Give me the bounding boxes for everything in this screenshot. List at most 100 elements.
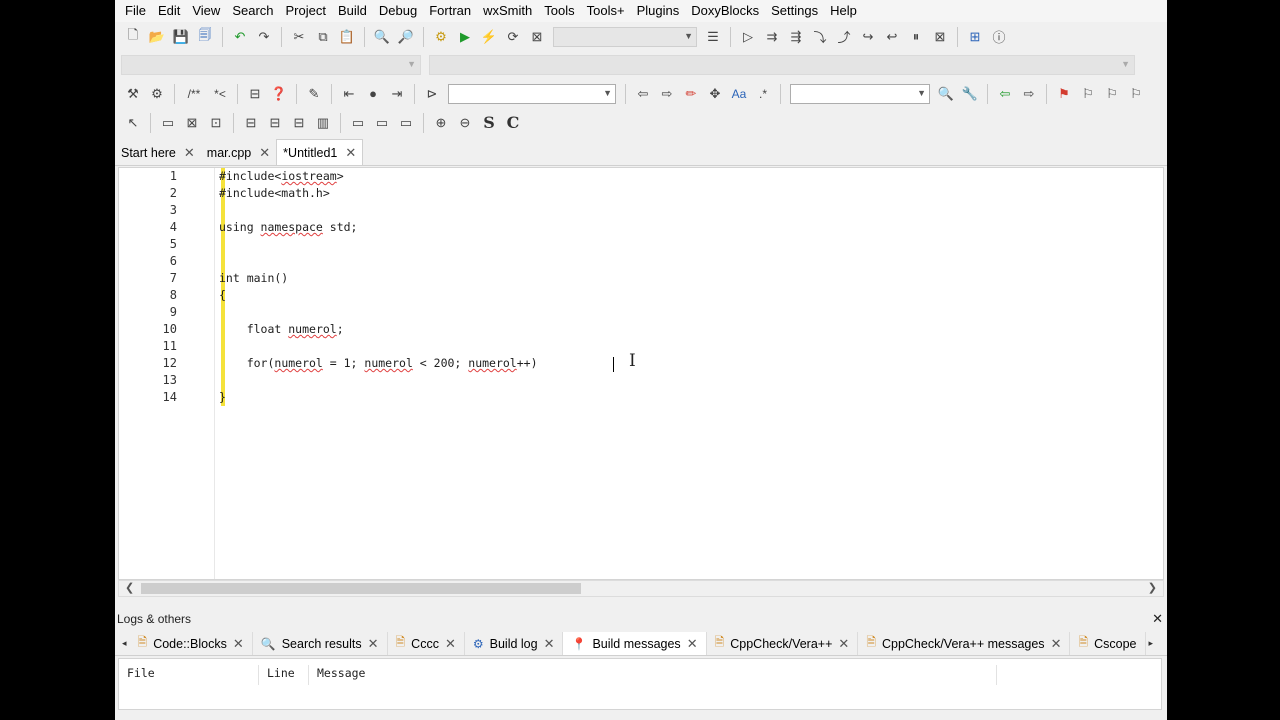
close-icon[interactable]: ✕ (233, 636, 244, 652)
scrollbar-thumb[interactable] (141, 583, 581, 594)
prev-result-icon[interactable]: ⇦ (993, 83, 1017, 105)
run-to-cursor-icon[interactable]: ⇉ (760, 26, 784, 48)
selected-text-icon[interactable]: ✥ (703, 83, 727, 105)
menu-doxyblocks[interactable]: DoxyBlocks (685, 0, 765, 22)
close-icon[interactable]: ✕ (259, 145, 270, 161)
tab-untitled1[interactable]: *Untitled1 ✕ (276, 139, 364, 165)
code-line[interactable]: int main() (219, 270, 288, 287)
menu-debug[interactable]: Debug (373, 0, 423, 22)
tab-mar-cpp[interactable]: mar.cpp ✕ (201, 141, 276, 165)
highlight-icon[interactable]: ✏ (679, 83, 703, 105)
code-line[interactable]: for(numerol = 1; numerol < 200; numerol+… (219, 355, 538, 372)
column-header-message[interactable]: Message (309, 665, 997, 685)
configure-icon[interactable]: ✎ (302, 83, 326, 105)
build-gear-icon[interactable]: ⚙ (429, 26, 453, 48)
next-line-icon[interactable]: ⇶ (784, 26, 808, 48)
copy-icon[interactable]: ⧉ (311, 26, 335, 48)
loop-icon[interactable]: ⊡ (204, 112, 228, 134)
menu-settings[interactable]: Settings (765, 0, 824, 22)
menu-fortran[interactable]: Fortran (423, 0, 477, 22)
build-run-icon[interactable]: ⚡ (477, 26, 501, 48)
tab-codeblocks-log[interactable]: 🗎 Code::Blocks ✕ (130, 632, 253, 655)
jump-forward-icon[interactable]: ⇥ (385, 83, 409, 105)
tab-cppcheck-vera-messages[interactable]: 🗎 CppCheck/Vera++ messages ✕ (858, 632, 1071, 655)
replace-icon[interactable]: 🔎 (394, 26, 418, 48)
comment-block-button[interactable]: /** (180, 83, 208, 105)
code-line[interactable]: using namespace std; (219, 219, 357, 236)
abort-icon[interactable]: ⊠ (525, 26, 549, 48)
close-icon[interactable]: ✕ (345, 145, 356, 161)
pause-icon[interactable]: ⏸ (904, 26, 928, 48)
close-icon[interactable]: ✕ (544, 636, 555, 652)
menu-tools-plus[interactable]: Tools+ (581, 0, 631, 22)
comment-inline-button[interactable]: *< (208, 83, 232, 105)
doxy-extract-icon[interactable]: ⚙ (145, 83, 169, 105)
conditional-icon[interactable]: ⊠ (180, 112, 204, 134)
step-out-icon[interactable]: ⤴ (832, 26, 856, 48)
menu-build[interactable]: Build (332, 0, 373, 22)
scope-combo[interactable]: ▼ (448, 83, 616, 104)
debug-windows-icon[interactable]: ⊞ (963, 26, 987, 48)
case-icon[interactable]: ⊟ (263, 112, 287, 134)
menu-wxsmith[interactable]: wxSmith (477, 0, 538, 22)
close-icon[interactable]: ✕ (184, 145, 195, 161)
code-line[interactable]: { (219, 287, 226, 304)
s-button[interactable]: S (477, 112, 501, 134)
scroll-right-icon[interactable]: ❯ (1148, 581, 1157, 596)
editor-horizontal-scrollbar[interactable]: ❮ ❯ (118, 580, 1164, 597)
tabs-scroll-left-icon[interactable]: ◂ (119, 638, 130, 649)
debug-run-icon[interactable]: ▷ (736, 26, 760, 48)
shape-a-icon[interactable]: ▭ (346, 112, 370, 134)
instruction-icon[interactable]: ⊟ (287, 112, 311, 134)
tab-cscope[interactable]: 🗎 Cscope (1070, 632, 1146, 655)
clear-bookmarks-icon[interactable]: ⚐ (1124, 83, 1148, 105)
regex-icon[interactable]: .* (751, 83, 775, 105)
code-line[interactable]: } (219, 389, 226, 406)
pointer-icon[interactable]: ↖ (121, 112, 145, 134)
stop-debug-icon[interactable]: ⊠ (928, 26, 952, 48)
tab-start-here[interactable]: Start here ✕ (115, 141, 201, 165)
tab-build-messages[interactable]: 📍 Build messages ✕ (563, 632, 707, 655)
tab-search-results[interactable]: 🔍 Search results ✕ (253, 632, 388, 655)
cut-icon[interactable]: ✂ (287, 26, 311, 48)
code-editor[interactable]: 1 2 3 4 5 6 7 8 9 10 11 12 13 14 #includ… (118, 167, 1164, 580)
zoom-out-icon[interactable]: ⊖ (453, 112, 477, 134)
menu-plugins[interactable]: Plugins (631, 0, 686, 22)
chm-doc-icon[interactable]: ❓ (267, 83, 291, 105)
close-icon[interactable]: ✕ (445, 636, 456, 652)
step-instruction-icon[interactable]: ↩ (880, 26, 904, 48)
info-icon[interactable]: ⓘ (987, 26, 1011, 48)
new-file-icon[interactable]: 🗋 (121, 26, 145, 48)
c-button[interactable]: C (501, 112, 525, 134)
save-icon[interactable]: 💾 (169, 26, 193, 48)
rebuild-icon[interactable]: ⟳ (501, 26, 525, 48)
menu-search[interactable]: Search (226, 0, 279, 22)
tab-cccc[interactable]: 🗎 Cccc ✕ (388, 632, 465, 655)
doxy-wizard-icon[interactable]: ⚒ (121, 83, 145, 105)
next-instruction-icon[interactable]: ↪ (856, 26, 880, 48)
menu-view[interactable]: View (186, 0, 226, 22)
match-case-icon[interactable]: Aa (727, 83, 751, 105)
close-icon[interactable]: ✕ (1051, 636, 1062, 652)
menu-tools[interactable]: Tools (538, 0, 580, 22)
close-icon[interactable]: ✕ (1152, 611, 1163, 627)
undo-icon[interactable]: ↶ (228, 26, 252, 48)
tab-build-log[interactable]: ⚙ Build log ✕ (465, 632, 564, 655)
fold-margin[interactable] (199, 168, 215, 579)
shape-b-icon[interactable]: ▭ (370, 112, 394, 134)
next-result-icon[interactable]: ⇨ (1017, 83, 1041, 105)
close-icon[interactable]: ✕ (838, 636, 849, 652)
paste-icon[interactable]: 📋 (335, 26, 359, 48)
code-line[interactable]: #include<math.h> (219, 185, 330, 202)
html-doc-icon[interactable]: ⊟ (243, 83, 267, 105)
search-icon[interactable]: 🔍 (934, 83, 958, 105)
zoom-in-icon[interactable]: ⊕ (429, 112, 453, 134)
redo-icon[interactable]: ↷ (252, 26, 276, 48)
column-header-line[interactable]: Line (259, 665, 309, 685)
prev-bookmark-icon[interactable]: ⚐ (1076, 83, 1100, 105)
shape-c-icon[interactable]: ▭ (394, 112, 418, 134)
block-icon[interactable]: ⊟ (239, 112, 263, 134)
code-line[interactable]: #include<iostream> (219, 168, 344, 185)
open-folder-icon[interactable]: 📂 (145, 26, 169, 48)
menu-project[interactable]: Project (280, 0, 332, 22)
